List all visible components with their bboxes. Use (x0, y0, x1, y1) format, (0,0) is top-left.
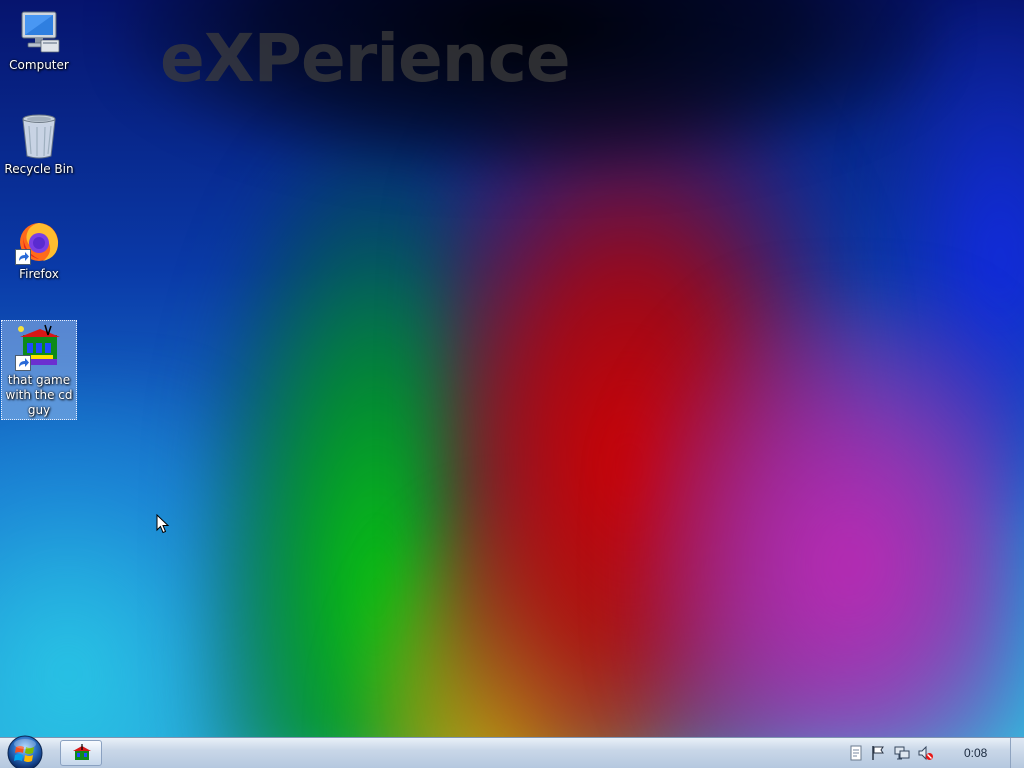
action-center-flag-icon[interactable] (870, 745, 886, 761)
show-desktop-button[interactable] (1010, 738, 1024, 768)
wallpaper-blue-glow (880, 0, 1024, 520)
taskbar: 0:08 (0, 735, 1024, 768)
desktop-icon-label: Firefox (19, 267, 59, 281)
desktop-icon-computer[interactable]: Computer (1, 8, 77, 73)
network-icon[interactable] (894, 745, 910, 761)
desktop-icon-label: Recycle Bin (4, 162, 74, 176)
computer-icon (15, 8, 63, 56)
mouse-cursor-icon (156, 513, 170, 534)
desktop-icon-firefox[interactable]: Firefox (1, 217, 77, 282)
recycle-bin-icon (15, 112, 63, 160)
notes-icon[interactable] (848, 745, 864, 761)
wallpaper-watermark: eXPerience (160, 20, 571, 97)
taskbar-clock[interactable]: 0:08 (964, 746, 987, 760)
wallpaper-yellow-glow (350, 500, 670, 768)
firefox-icon (15, 217, 63, 265)
game-house-icon (15, 323, 63, 371)
wallpaper-green-glow (200, 140, 520, 768)
desktop-icon-label: Computer (9, 58, 69, 72)
shortcut-arrow-icon (15, 355, 31, 371)
desktop-icon-recycle-bin[interactable]: Recycle Bin (1, 112, 77, 177)
desktop[interactable]: eXPerience Computer Recycle Bin Firefox … (0, 0, 1024, 768)
desktop-icon-game[interactable]: that game with the cd guy (1, 320, 77, 420)
wallpaper-red-glow (440, 80, 860, 768)
taskbar-button-game[interactable] (60, 740, 102, 766)
wallpaper (0, 0, 1024, 768)
wallpaper-magenta-glow (640, 300, 1020, 768)
shortcut-arrow-icon (15, 249, 31, 265)
game-house-icon (73, 744, 91, 760)
wallpaper-cyan-glow (0, 380, 320, 768)
windows-orb-icon (7, 735, 43, 768)
desktop-icon-label: that game with the cd guy (5, 373, 73, 417)
volume-muted-icon[interactable] (918, 745, 934, 761)
start-button[interactable] (5, 735, 45, 768)
